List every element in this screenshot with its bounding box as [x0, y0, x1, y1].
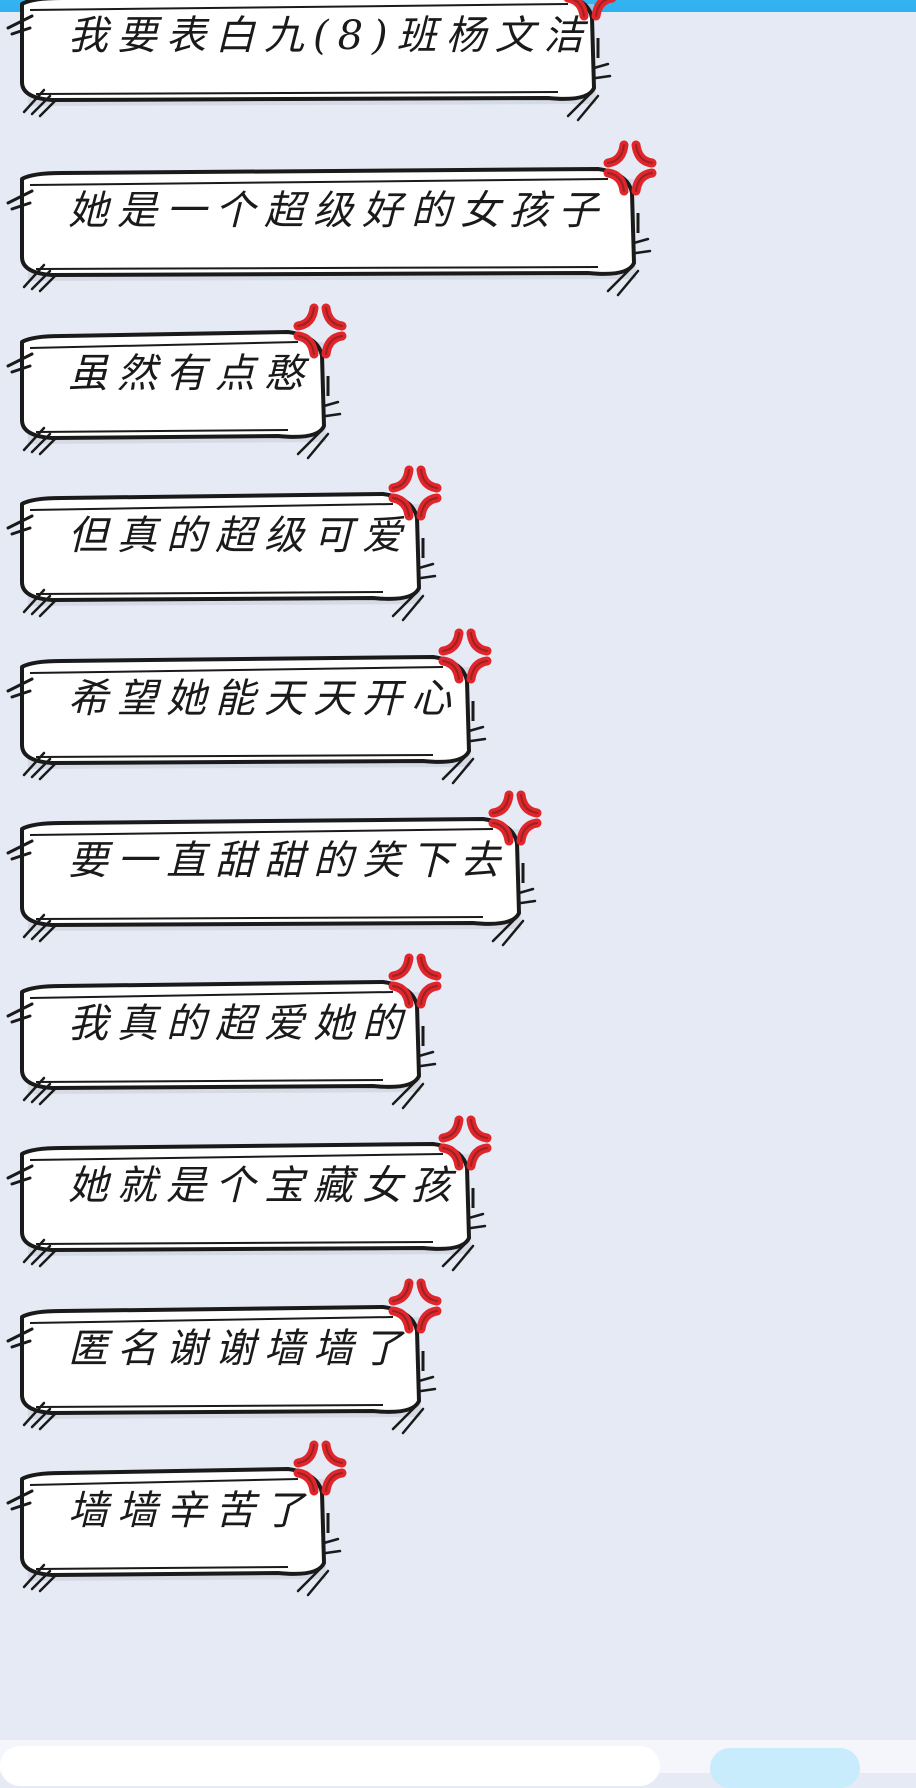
chat-bubble[interactable]: 希望她能天天开心: [0, 628, 525, 793]
message-text: 希望她能天天开心: [68, 676, 460, 722]
chat-bubble[interactable]: 匿名谢谢墙墙了: [0, 1278, 475, 1443]
message-text: 我要表白九(8)班杨文洁: [68, 13, 593, 59]
input-bar: [0, 1740, 916, 1788]
chat-bubble[interactable]: 墙墙辛苦了: [0, 1440, 380, 1605]
chat-bubble[interactable]: 要一直甜甜的笑下去: [0, 790, 575, 955]
message-text: 虽然有点憨: [68, 351, 313, 397]
chat-bubble[interactable]: 我要表白九(8)班杨文洁: [0, 0, 650, 130]
message-text: 我真的超爱她的: [68, 1001, 411, 1047]
message-text: 但真的超级可爱: [68, 513, 411, 559]
chat-bubble[interactable]: 我真的超爱她的: [0, 953, 475, 1118]
message-text: 墙墙辛苦了: [68, 1488, 313, 1534]
message-text: 她是一个超级好的女孩子: [68, 188, 607, 234]
message-text: 要一直甜甜的笑下去: [68, 838, 509, 884]
chat-bubble[interactable]: 她就是个宝藏女孩: [0, 1115, 525, 1280]
chat-bubble[interactable]: 但真的超级可爱: [0, 465, 475, 630]
message-text: 她就是个宝藏女孩: [68, 1163, 460, 1209]
chat-bubble[interactable]: 她是一个超级好的女孩子: [0, 140, 690, 305]
message-text: 匿名谢谢墙墙了: [68, 1326, 411, 1372]
message-input[interactable]: [0, 1746, 660, 1786]
send-button[interactable]: [710, 1748, 860, 1788]
chat-message-list[interactable]: 我要表白九(8)班杨文洁 她是一个超级好的女孩子 虽然有点憨 但真的超级可爱 希…: [0, 0, 916, 1740]
chat-bubble[interactable]: 虽然有点憨: [0, 303, 380, 468]
